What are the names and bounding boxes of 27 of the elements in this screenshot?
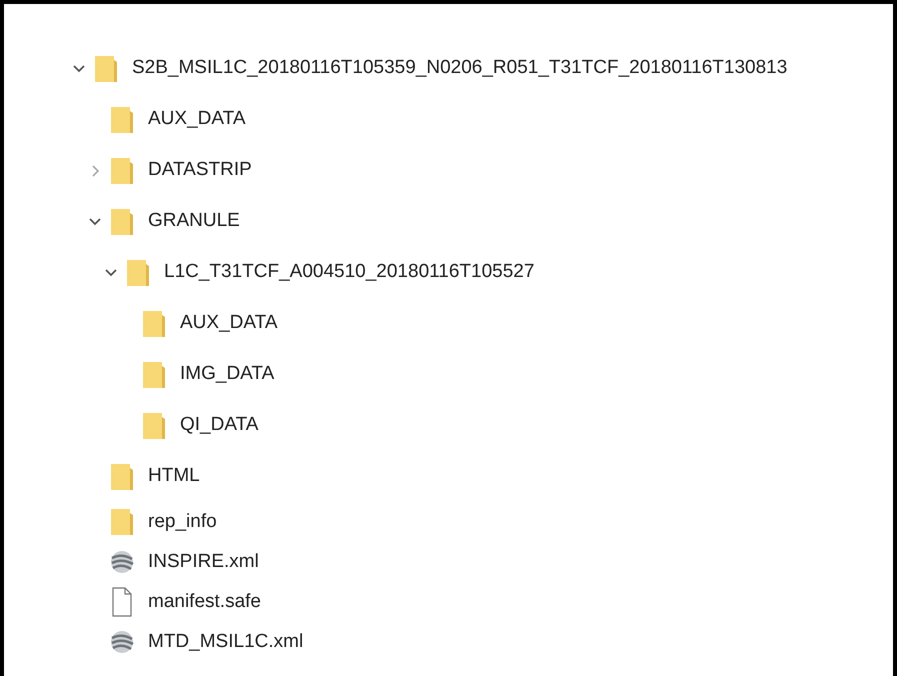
folder-name[interactable]: S2B_MSIL1C_20180116T105359_N0206_R051_T31TCF_20180116T130813 bbox=[132, 54, 788, 83]
folder-name[interactable]: L1C_T31TCF_A004510_20180116T105527 bbox=[164, 258, 534, 287]
folder-icon bbox=[142, 410, 166, 440]
folder-name[interactable]: QI_DATA bbox=[180, 411, 258, 440]
file-icon bbox=[110, 587, 134, 617]
file-name[interactable]: manifest.safe bbox=[148, 588, 261, 616]
chevron-down-icon[interactable] bbox=[72, 64, 86, 74]
folder-name[interactable]: AUX_DATA bbox=[180, 309, 278, 338]
chevron-down-icon[interactable] bbox=[104, 268, 118, 278]
folder-name[interactable]: AUX_DATA bbox=[148, 105, 246, 134]
chevron-down-icon[interactable] bbox=[88, 216, 102, 226]
folder-name[interactable]: GRANULE bbox=[148, 207, 240, 236]
folder-name[interactable]: DATASTRIP bbox=[148, 156, 252, 185]
folder-icon bbox=[110, 206, 134, 236]
folder-name[interactable]: rep_info bbox=[148, 508, 217, 536]
folder-icon bbox=[126, 258, 150, 288]
folder-icon bbox=[110, 462, 134, 492]
folder-name[interactable]: IMG_DATA bbox=[180, 360, 274, 389]
folder-icon bbox=[110, 104, 134, 134]
folder-icon bbox=[142, 308, 166, 338]
file-name[interactable]: INSPIRE.xml bbox=[148, 548, 259, 576]
folder-icon bbox=[110, 156, 134, 186]
folder-icon bbox=[142, 360, 166, 390]
folder-icon bbox=[94, 54, 118, 84]
folder-icon bbox=[110, 507, 134, 537]
folder-name[interactable]: HTML bbox=[148, 462, 200, 491]
file-name[interactable]: MTD_MSIL1C.xml bbox=[148, 628, 304, 656]
